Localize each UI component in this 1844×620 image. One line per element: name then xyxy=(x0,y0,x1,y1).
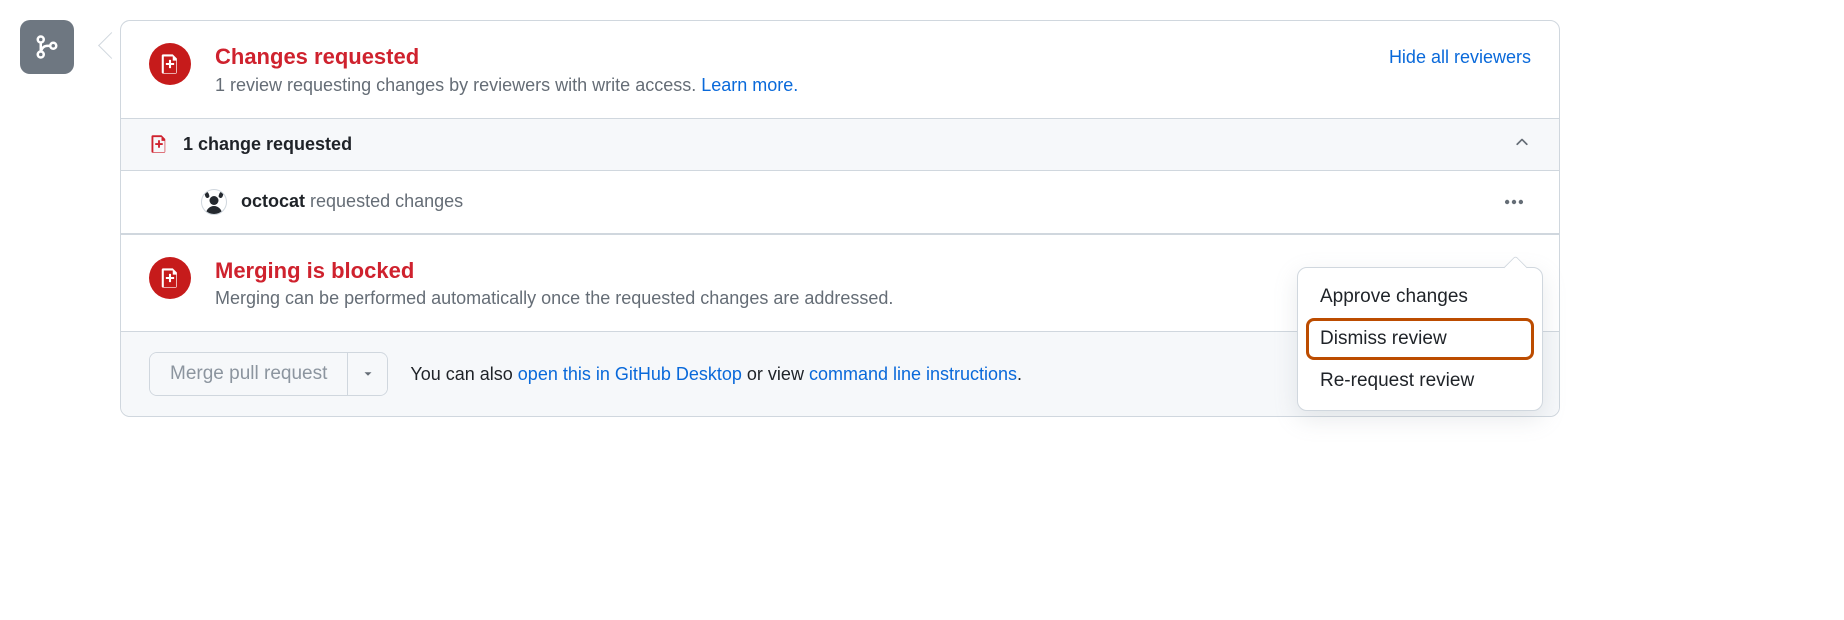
kebab-icon xyxy=(1503,191,1525,213)
git-branch-icon xyxy=(32,32,62,62)
approve-changes-item[interactable]: Approve changes xyxy=(1306,276,1534,318)
merge-button-group: Merge pull request xyxy=(149,352,388,396)
open-in-desktop-link[interactable]: open this in GitHub Desktop xyxy=(518,364,742,384)
reviewer-action: requested changes xyxy=(310,191,463,211)
caret-down-icon xyxy=(361,367,375,381)
reviewer-row: octocat requested changes xyxy=(121,170,1559,233)
git-branch-badge xyxy=(20,20,74,74)
re-request-review-item[interactable]: Re-request review xyxy=(1306,360,1534,402)
diff-file-mini-icon xyxy=(149,134,169,154)
changes-requested-title: Changes requested xyxy=(215,43,1365,71)
chevron-up-icon xyxy=(1513,133,1531,156)
merge-footer-text: You can also open this in GitHub Desktop… xyxy=(410,364,1022,385)
hide-reviewers-link[interactable]: Hide all reviewers xyxy=(1389,47,1531,68)
cli-instructions-link[interactable]: command line instructions xyxy=(809,364,1017,384)
dismiss-review-item[interactable]: Dismiss review xyxy=(1306,318,1534,360)
merge-status-panel: Changes requested 1 review requesting ch… xyxy=(120,20,1560,417)
learn-more-link[interactable]: Learn more. xyxy=(701,75,798,95)
diff-file-icon xyxy=(149,43,191,85)
review-actions-menu-button[interactable] xyxy=(1497,185,1531,219)
changes-summary-row[interactable]: 1 change requested xyxy=(121,118,1559,170)
changes-summary-label: 1 change requested xyxy=(183,134,352,155)
reviewer-name[interactable]: octocat xyxy=(241,191,305,211)
merge-pr-button[interactable]: Merge pull request xyxy=(150,353,347,395)
pr-merge-timeline: Changes requested 1 review requesting ch… xyxy=(20,20,1560,417)
timeline-connector xyxy=(74,20,120,74)
merge-options-caret[interactable] xyxy=(347,353,387,395)
changes-requested-desc: 1 review requesting changes by reviewers… xyxy=(215,75,1365,96)
changes-requested-section: Changes requested 1 review requesting ch… xyxy=(121,21,1559,118)
avatar[interactable] xyxy=(201,189,227,215)
review-actions-dropdown: Approve changes Dismiss review Re-reques… xyxy=(1297,267,1543,411)
diff-file-icon xyxy=(149,257,191,299)
